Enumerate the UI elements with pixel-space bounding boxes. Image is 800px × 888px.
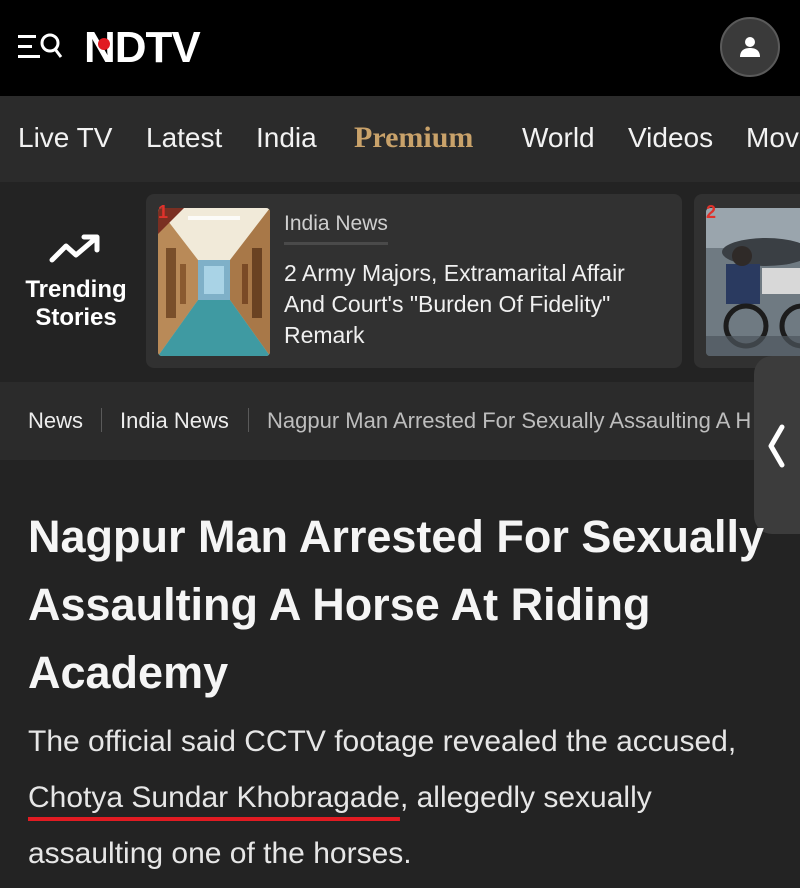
- breadcrumb-separator: [248, 408, 249, 432]
- breadcrumb-news[interactable]: News: [28, 408, 83, 434]
- story-thumbnail-rain: [706, 208, 800, 356]
- nav-item-movies[interactable]: Mov: [746, 122, 799, 154]
- breadcrumb-india-news[interactable]: India News: [120, 408, 229, 434]
- logo-text-end: DTV: [114, 23, 201, 72]
- trending-label-line2: Stories: [35, 304, 117, 331]
- trending-card[interactable]: 2: [694, 194, 800, 368]
- story-thumbnail-corridor: [158, 208, 270, 356]
- top-bar: NDTV: [0, 0, 800, 96]
- article-summary: The official said CCTV footage revealed …: [28, 714, 768, 882]
- menu-search-icon[interactable]: [16, 30, 66, 64]
- ndtv-logo[interactable]: NDTV: [84, 23, 201, 72]
- summary-text-start: The official said CCTV footage revealed …: [28, 725, 737, 758]
- logo-red-dot: [98, 38, 110, 50]
- card-title[interactable]: 2 Army Majors, Extramarital Affair And C…: [284, 258, 664, 351]
- trending-up-icon: [49, 234, 100, 263]
- account-button[interactable]: [720, 17, 780, 77]
- highlighted-name: Chotya Sundar Khobragade: [28, 781, 400, 814]
- main-nav: Live TV Latest India Premium World Video…: [0, 96, 800, 182]
- trending-label-line1: Trending: [25, 276, 127, 303]
- nav-item-premium[interactable]: Premium: [354, 121, 473, 155]
- chevron-left-icon: [768, 424, 785, 468]
- article-headline: Nagpur Man Arrested For Sexually Assault…: [28, 511, 765, 698]
- nav-item-india[interactable]: India: [256, 122, 317, 154]
- breadcrumb-separator: [101, 408, 102, 432]
- nav-item-videos[interactable]: Videos: [628, 122, 713, 154]
- trending-stories: Trending Stories 1 India News 2 Army Maj…: [0, 182, 800, 382]
- nav-item-latest[interactable]: Latest: [146, 122, 222, 154]
- card-category[interactable]: India News: [284, 212, 388, 245]
- nav-item-world[interactable]: World: [522, 122, 595, 154]
- card-rank-number: 2: [706, 202, 717, 222]
- card-rank-number: 1: [158, 202, 169, 222]
- article-page: NDTV Live TV Latest India Premium World …: [0, 0, 800, 888]
- breadcrumb: News India News Nagpur Man Arrested For …: [0, 382, 800, 460]
- user-icon: [740, 37, 760, 57]
- trending-card[interactable]: 1 India News 2 Army Majors, Extramarital…: [146, 194, 682, 368]
- breadcrumb-current-article: Nagpur Man Arrested For Sexually Assault…: [267, 408, 752, 433]
- trending-label[interactable]: Trending Stories: [10, 226, 142, 332]
- nav-item-live-tv[interactable]: Live TV: [18, 122, 112, 154]
